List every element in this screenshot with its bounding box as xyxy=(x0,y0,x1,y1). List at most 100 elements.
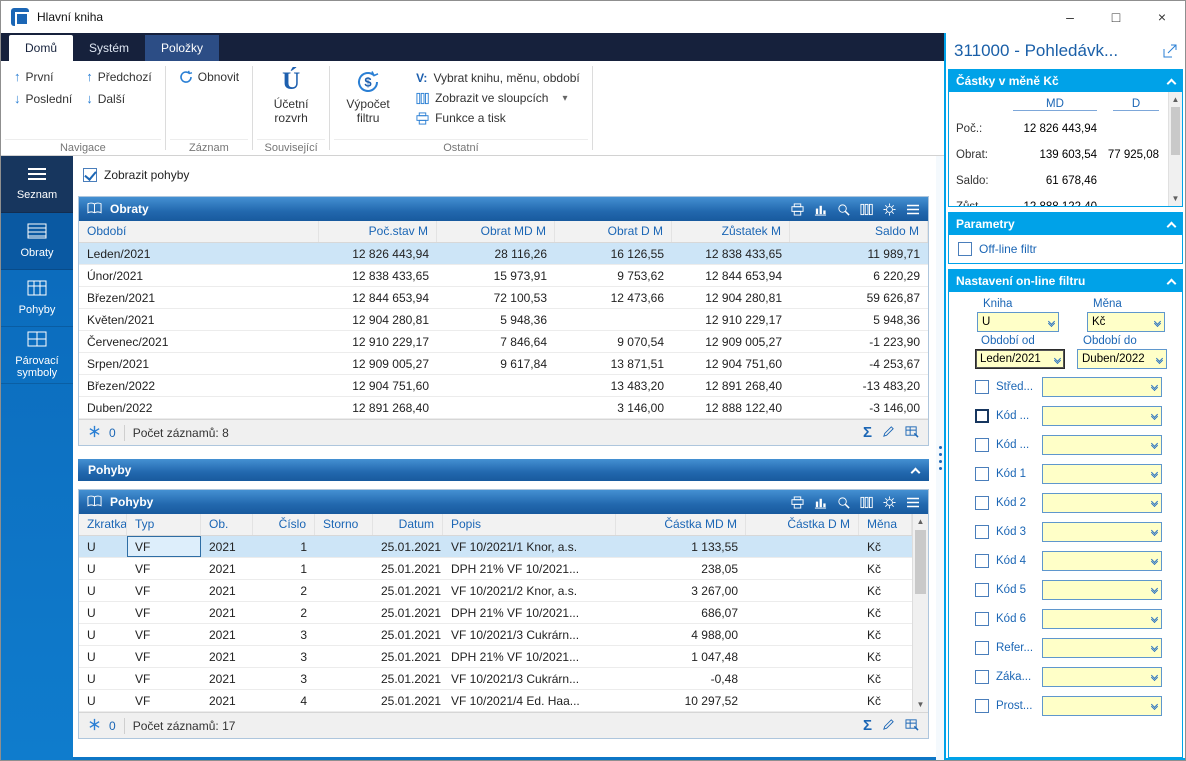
cell[interactable]: 9 753,62 xyxy=(555,265,672,286)
cell[interactable]: 28 116,26 xyxy=(437,243,555,264)
table-row[interactable]: U VF 2021 1 25.01.2021 DPH 21% VF 10/2021... 2… xyxy=(79,558,912,580)
table-edit-icon[interactable] xyxy=(905,718,919,734)
cell[interactable]: 1 047,48 xyxy=(616,646,746,667)
scroll-thumb[interactable] xyxy=(915,530,926,594)
zobrazit-ve-sloupcich-button[interactable]: Zobrazit ve sloupcích ▾ xyxy=(410,88,586,108)
columns-icon[interactable] xyxy=(860,203,873,216)
cell[interactable]: Srpen/2021 xyxy=(79,353,319,374)
print-icon[interactable] xyxy=(791,495,804,509)
cell[interactable]: 3 xyxy=(253,624,315,645)
uctni-rozvrh-button[interactable]: Ú Účetní rozvrh xyxy=(259,66,323,126)
cell[interactable]: -0,48 xyxy=(616,668,746,689)
cell[interactable]: VF 10/2021/1 Knor, a.s. xyxy=(443,536,616,557)
cell[interactable]: 12 904 280,81 xyxy=(672,287,790,308)
cell[interactable]: -1 223,90 xyxy=(790,331,928,352)
cell[interactable]: 12 826 443,94 xyxy=(319,243,437,264)
filter-combo[interactable] xyxy=(1042,579,1162,600)
cell[interactable]: -13 483,20 xyxy=(790,375,928,396)
sidebar-item-obraty[interactable]: Obraty xyxy=(1,213,73,270)
cell[interactable]: 12 904 751,60 xyxy=(672,353,790,374)
cell[interactable]: 12 838 433,65 xyxy=(319,265,437,286)
cell[interactable]: Kč xyxy=(859,536,912,557)
cell[interactable]: Kč xyxy=(859,690,912,711)
gear-icon[interactable] xyxy=(883,202,896,216)
cell[interactable] xyxy=(746,602,859,623)
cell[interactable] xyxy=(315,580,373,601)
scroll-up-icon[interactable]: ▲ xyxy=(913,514,928,529)
print-icon[interactable] xyxy=(791,202,804,216)
search-icon[interactable] xyxy=(837,203,850,216)
cell[interactable]: Únor/2021 xyxy=(79,265,319,286)
gear-icon[interactable] xyxy=(883,495,896,509)
table-row[interactable]: U VF 2021 1 25.01.2021 VF 10/2021/1 Knor, a.s… xyxy=(79,536,912,558)
previous-button[interactable]: ↑ Předchozí xyxy=(79,66,159,88)
cell[interactable]: DPH 21% VF 10/2021... xyxy=(443,602,616,623)
cell[interactable]: 12 910 229,17 xyxy=(319,331,437,352)
cell[interactable] xyxy=(437,375,555,396)
scroll-down-icon[interactable]: ▼ xyxy=(913,697,928,712)
sidebar-item-parovaci-symboly[interactable]: Párovací symboly xyxy=(1,327,73,384)
dropdown-caret-icon[interactable]: ▾ xyxy=(562,93,567,104)
filter-combo[interactable] xyxy=(1042,695,1162,716)
cell[interactable]: 4 xyxy=(253,690,315,711)
cell[interactable]: 72 100,53 xyxy=(437,287,555,308)
cell[interactable]: VF xyxy=(127,536,201,557)
cell[interactable]: 2021 xyxy=(201,580,253,601)
cell[interactable] xyxy=(555,309,672,330)
cell[interactable]: 25.01.2021 xyxy=(373,602,443,623)
cell[interactable]: 1 xyxy=(253,558,315,579)
cell[interactable]: 13 871,51 xyxy=(555,353,672,374)
cell[interactable]: VF xyxy=(127,624,201,645)
filter-combo[interactable] xyxy=(1042,637,1162,658)
currency-combo[interactable]: Kč xyxy=(1087,312,1165,332)
table-row[interactable]: U VF 2021 3 25.01.2021 VF 10/2021/3 Cukrárn..… xyxy=(79,624,912,646)
scroll-down-icon[interactable]: ▼ xyxy=(1169,191,1182,206)
tab-domu[interactable]: Domů xyxy=(9,35,74,61)
cell[interactable]: 12 844 653,94 xyxy=(672,265,790,286)
column-header[interactable]: Saldo M xyxy=(790,221,928,242)
cell[interactable]: 1 xyxy=(253,536,315,557)
cell[interactable] xyxy=(315,646,373,667)
filter-checkbox[interactable] xyxy=(975,408,989,423)
column-header[interactable]: Měna xyxy=(859,514,912,535)
cell[interactable]: 5 948,36 xyxy=(790,309,928,330)
sum-icon[interactable]: Σ xyxy=(863,425,872,440)
filter-combo[interactable] xyxy=(1042,376,1162,397)
table-row[interactable]: Květen/2021 12 904 280,81 5 948,36 12 910 2… xyxy=(79,309,928,331)
vypocet-filtru-button[interactable]: $ Výpočet filtru xyxy=(336,66,400,126)
cell[interactable]: 12 891 268,40 xyxy=(319,397,437,418)
cell[interactable]: 9 617,84 xyxy=(437,353,555,374)
filter-checkbox[interactable] xyxy=(975,698,989,713)
cell[interactable] xyxy=(315,558,373,579)
panel-splitter[interactable] xyxy=(936,156,944,760)
tab-polozky[interactable]: Položky xyxy=(145,35,220,61)
cell[interactable] xyxy=(315,690,373,711)
cell[interactable]: 6 220,29 xyxy=(790,265,928,286)
cell[interactable]: Duben/2022 xyxy=(79,397,319,418)
cell[interactable]: Březen/2021 xyxy=(79,287,319,308)
column-header[interactable]: Storno xyxy=(315,514,373,535)
column-header[interactable]: Období xyxy=(79,221,319,242)
cell[interactable]: U xyxy=(79,624,127,645)
cell[interactable] xyxy=(746,580,859,601)
cell[interactable]: Kč xyxy=(859,646,912,667)
tab-system[interactable]: Systém xyxy=(73,35,145,61)
filter-checkbox[interactable] xyxy=(975,669,989,684)
filter-combo[interactable] xyxy=(1042,521,1162,542)
vybrat-knihu-button[interactable]: V: Vybrat knihu, měnu, období xyxy=(410,68,586,88)
last-button[interactable]: ↓ Poslední xyxy=(7,88,79,110)
movements-section-header[interactable]: Pohyby xyxy=(78,459,929,481)
cell[interactable]: 2021 xyxy=(201,558,253,579)
cell[interactable]: Kč xyxy=(859,558,912,579)
cell[interactable]: U xyxy=(79,668,127,689)
cell[interactable]: 3 267,00 xyxy=(616,580,746,601)
cell[interactable]: VF xyxy=(127,668,201,689)
cell[interactable]: -4 253,67 xyxy=(790,353,928,374)
cell[interactable] xyxy=(746,536,859,557)
table-row[interactable]: Březen/2021 12 844 653,94 72 100,53 12 473,… xyxy=(79,287,928,309)
cell[interactable]: Kč xyxy=(859,668,912,689)
refresh-button[interactable]: Obnovit xyxy=(172,66,246,88)
edit-icon[interactable] xyxy=(882,718,895,734)
cell[interactable]: VF 10/2021/3 Cukrárn... xyxy=(443,668,616,689)
cell[interactable]: Leden/2021 xyxy=(79,243,319,264)
